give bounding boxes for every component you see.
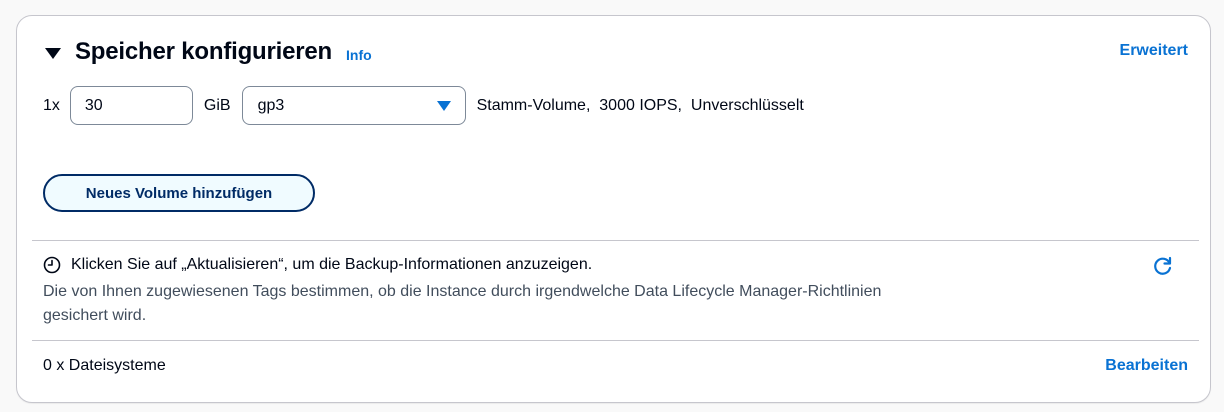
add-volume-button[interactable]: Neues Volume hinzufügen — [43, 174, 315, 212]
backup-info: Klicken Sie auf „Aktualisieren“, um die … — [43, 256, 943, 328]
refresh-icon[interactable] — [1152, 255, 1174, 277]
storage-config-panel: Speicher konfigurieren Info Erweitert 1x… — [16, 15, 1211, 403]
backup-description: Die von Ihnen zugewiesenen Tags bestimme… — [43, 283, 882, 324]
volume-type-select[interactable]: gp3 — [241, 86, 466, 125]
backup-message-line: Klicken Sie auf „Aktualisieren“, um die … — [43, 256, 943, 274]
clock-icon — [43, 256, 61, 274]
file-systems-count: 0 x Dateisysteme — [43, 357, 166, 374]
volume-size-input[interactable] — [69, 86, 193, 125]
volume-type-value: gp3 — [257, 96, 285, 114]
volume-size-unit: GiB — [203, 96, 231, 114]
info-link[interactable]: Info — [346, 47, 372, 63]
divider — [32, 340, 1199, 341]
divider — [32, 240, 1199, 241]
caret-down-icon[interactable] — [45, 47, 61, 59]
backup-message: Klicken Sie auf „Aktualisieren“, um die … — [71, 256, 593, 273]
edit-file-systems-link[interactable]: Bearbeiten — [1105, 357, 1188, 375]
panel-header: Speicher konfigurieren Info — [45, 38, 372, 66]
volume-description: Stamm-Volume, 3000 IOPS, Unverschlüsselt — [476, 96, 804, 114]
volume-quantity-label: 1x — [43, 96, 60, 114]
advanced-link[interactable]: Erweitert — [1120, 42, 1188, 60]
volume-row: 1x GiB gp3 Stamm-Volume, 3000 IOPS, Unve… — [43, 86, 804, 125]
panel-title[interactable]: Speicher konfigurieren — [75, 38, 332, 66]
dropdown-arrow-icon — [436, 100, 451, 111]
